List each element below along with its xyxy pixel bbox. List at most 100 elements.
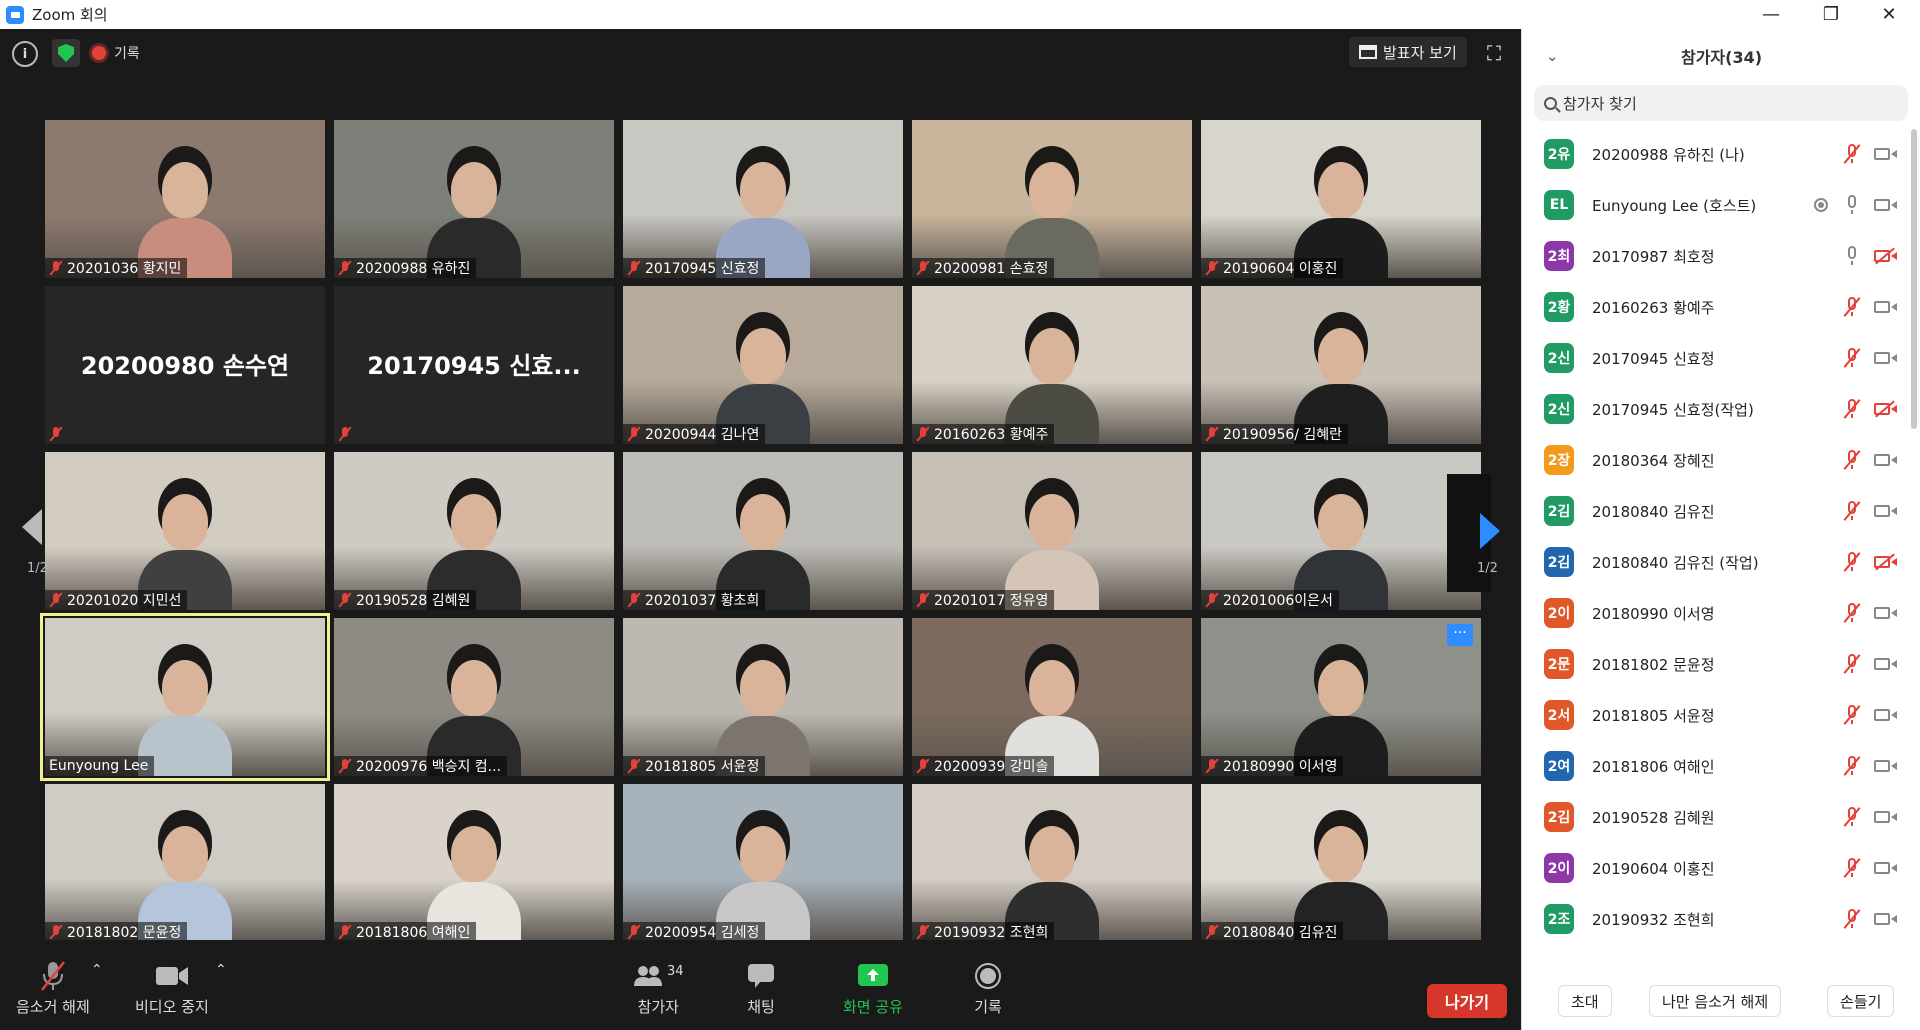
video-tile[interactable]: 20200988 유하진 (334, 120, 614, 278)
tile-participant-name: 20200988 유하진 (356, 261, 471, 277)
record-label: 기록 (974, 998, 1002, 1016)
tile-display-name: 20200980 손수연 (80, 352, 290, 380)
chat-button[interactable]: 채팅 (747, 960, 775, 1017)
video-tile[interactable]: 20200954 김세정 (623, 784, 903, 942)
muted-mic-icon (1844, 348, 1860, 368)
participant-row[interactable]: 2김 20180840 김유진 (1522, 486, 1912, 536)
previous-page-icon[interactable] (22, 509, 42, 545)
video-tile[interactable]: ··· 20180990 이서영 (1201, 618, 1481, 776)
stop-video-button[interactable]: 비디오 중지 (135, 960, 209, 1017)
video-tile[interactable]: 20170945 신효정 (623, 120, 903, 278)
mic-icon (1844, 195, 1860, 215)
more-options-icon[interactable]: ··· (1447, 624, 1473, 646)
participant-row[interactable]: 2김 20190528 김혜원 (1522, 792, 1912, 842)
security-shield-icon[interactable] (52, 39, 80, 67)
video-camera-icon (155, 960, 189, 992)
video-tile[interactable]: 20190604 이홍진 (1201, 120, 1481, 278)
participant-search-input[interactable]: 참가자 찾기 (1534, 85, 1908, 121)
participant-row[interactable]: 2최 20170987 최호정 (1522, 231, 1912, 281)
video-icon (1874, 299, 1898, 315)
participant-avatar: 2문 (1544, 649, 1574, 679)
video-icon (1874, 503, 1898, 519)
video-tile[interactable]: 20200944 김나연 (623, 286, 903, 444)
video-tile[interactable]: 20181805 서윤정 (623, 618, 903, 776)
invite-button[interactable]: 초대 (1558, 985, 1612, 1017)
audio-options-caret-icon[interactable]: ⌃ (91, 962, 103, 978)
participants-button[interactable]: 34 참가자 (633, 960, 684, 1017)
participant-row[interactable]: 2신 20170945 신효정(작업) (1522, 384, 1912, 434)
fullscreen-icon[interactable]: ⛶ (1483, 43, 1505, 65)
video-off-icon (1874, 401, 1898, 417)
participant-list-scrollbar[interactable] (1911, 129, 1917, 429)
participant-row[interactable]: 2유 20200988 유하진 (나) (1522, 129, 1912, 179)
video-tile[interactable]: 20201006이은서 (1201, 452, 1481, 610)
muted-mic-icon (1844, 858, 1860, 878)
video-tile[interactable]: 20160263 황예주 (912, 286, 1192, 444)
record-button[interactable]: 기록 (974, 960, 1002, 1017)
tile-participant-name: 20201036 황지민 (67, 261, 182, 277)
tile-participant-name: 20200954 김세정 (645, 925, 760, 941)
minimize-button[interactable]: — (1748, 0, 1794, 29)
video-tile[interactable]: 20200976 백승지 컴... (334, 618, 614, 776)
video-tile[interactable]: 20181802 문윤정 (45, 784, 325, 942)
unmute-button[interactable]: 음소거 해제 (16, 960, 90, 1017)
participant-row[interactable]: 2이 20190604 이홍진 (1522, 843, 1912, 893)
video-tile[interactable]: 20190528 김혜원 (334, 452, 614, 610)
video-tile[interactable]: 20200939 강미솔 (912, 618, 1192, 776)
tile-participant-name: 20200976 백승지 컴... (356, 759, 502, 775)
video-tile[interactable]: 20201037 황초희 (623, 452, 903, 610)
muted-mic-icon (1844, 654, 1860, 674)
video-area: i 기록 발표자 보기 ⛶ 20201036 황지민 20200988 유하진 20… (0, 29, 1521, 1030)
share-screen-label: 화면 공유 (843, 998, 903, 1016)
restore-button[interactable]: ❐ (1808, 0, 1854, 29)
leave-meeting-button[interactable]: 나가기 (1427, 984, 1507, 1018)
raise-hand-button[interactable]: 손들기 (1827, 985, 1895, 1017)
next-page-icon[interactable] (1480, 513, 1500, 549)
participant-row[interactable]: 2서 20181805 서윤정 (1522, 690, 1912, 740)
tile-participant-name: 20190528 김혜원 (356, 593, 471, 609)
tile-participant-name: 20190604 이홍진 (1223, 261, 1338, 277)
muted-mic-icon (1844, 603, 1860, 623)
chat-bubble-icon (747, 960, 775, 992)
video-tile[interactable]: 20201017 정유영 (912, 452, 1192, 610)
participants-icon: 34 (633, 960, 684, 992)
participant-row[interactable]: 2조 20190932 조현희 (1522, 894, 1912, 944)
participant-name: 20170945 신효정(작업) (1592, 400, 1754, 419)
participant-avatar: 2신 (1544, 394, 1574, 424)
muted-mic-icon (916, 260, 930, 276)
muted-mic-icon (627, 260, 641, 276)
participant-row[interactable]: 2이 20180990 이서영 (1522, 588, 1912, 638)
tile-namebar: 20200976 백승지 컴... (334, 756, 508, 776)
tile-participant-name: 20180990 이서영 (1223, 759, 1338, 775)
share-screen-button[interactable]: 화면 공유 (843, 960, 903, 1017)
speaker-view-button[interactable]: 발표자 보기 (1349, 37, 1467, 67)
video-tile[interactable]: 20201036 황지민 (45, 120, 325, 278)
video-tile[interactable]: 20190932 조현희 (912, 784, 1192, 942)
stop-video-label: 비디오 중지 (135, 998, 209, 1016)
video-tile[interactable]: 20200981 손효정 (912, 120, 1192, 278)
participant-row[interactable]: 2여 20181806 여해인 (1522, 741, 1912, 791)
participant-row[interactable]: 2문 20181802 문윤정 (1522, 639, 1912, 689)
record-icon (974, 960, 1002, 992)
video-tile[interactable]: 20190956/ 김혜란 (1201, 286, 1481, 444)
participant-row[interactable]: 2김 20180840 김유진 (작업) (1522, 537, 1912, 587)
meeting-info-button[interactable]: i (12, 41, 38, 67)
video-tile[interactable]: 20200980 손수연 (45, 286, 325, 444)
participant-row[interactable]: 2신 20170945 신효정 (1522, 333, 1912, 383)
video-tile[interactable]: 20180840 김유진 (1201, 784, 1481, 942)
participant-row[interactable]: EL Eunyoung Lee (호스트) (1522, 180, 1912, 230)
video-options-caret-icon[interactable]: ⌃ (215, 962, 227, 978)
recording-indicator[interactable]: 기록 (92, 39, 140, 67)
video-tile[interactable]: Eunyoung Lee (40, 613, 330, 781)
tile-namebar: 20190528 김혜원 (334, 590, 477, 610)
unmute-me-button[interactable]: 나만 음소거 해제 (1649, 985, 1782, 1017)
participant-row[interactable]: 2황 20160263 황예주 (1522, 282, 1912, 332)
muted-mic-icon (916, 758, 930, 774)
video-tile[interactable]: 20181806 여해인 (334, 784, 614, 942)
tile-participant-name: 20201020 지민선 (67, 593, 182, 609)
close-button[interactable]: ✕ (1866, 0, 1912, 29)
tile-namebar: Eunyoung Lee (45, 756, 155, 776)
participant-row[interactable]: 2장 20180364 장혜진 (1522, 435, 1912, 485)
video-tile[interactable]: 20201020 지민선 (45, 452, 325, 610)
video-tile[interactable]: 20170945 신효... (334, 286, 614, 444)
